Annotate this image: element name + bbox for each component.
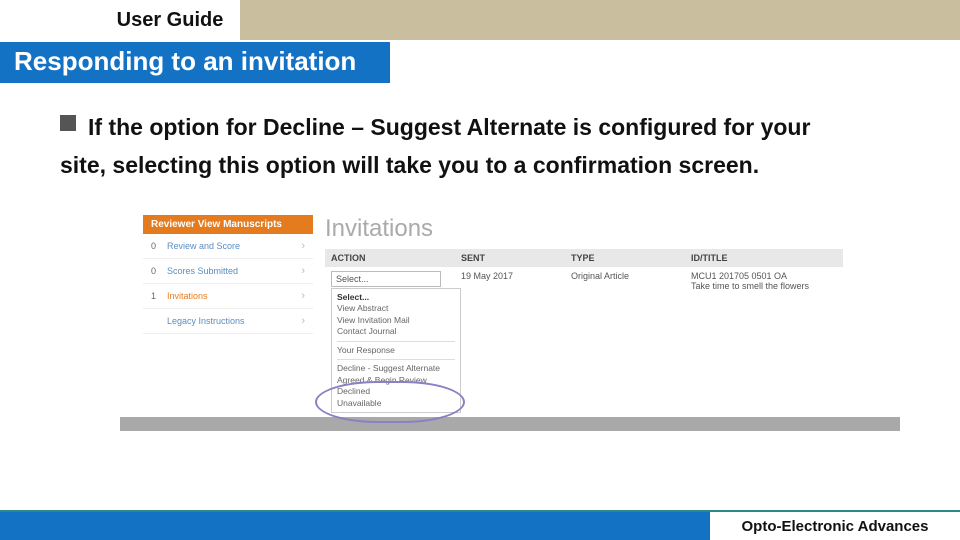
guide-label: User Guide	[100, 0, 240, 40]
highlight-ellipse-icon	[315, 381, 465, 423]
ss-sidebar-header: Reviewer View Manuscripts	[143, 215, 313, 234]
footer-left	[0, 512, 710, 540]
col-sent: SENT	[455, 249, 565, 267]
gray-divider-bar	[120, 417, 900, 431]
top-left-spacer	[0, 0, 100, 40]
ss-sidebar: Reviewer View Manuscripts 0 Review and S…	[143, 215, 313, 417]
chevron-right-icon: ›	[301, 265, 305, 277]
square-bullet-icon	[60, 115, 76, 131]
chevron-right-icon: ›	[301, 315, 305, 327]
ss-table-header: ACTION SENT TYPE ID/TITLE	[325, 249, 843, 267]
action-select[interactable]: Select...	[331, 271, 441, 287]
chevron-right-icon: ›	[301, 240, 305, 252]
row-type: Original Article	[565, 267, 685, 417]
embedded-screenshot: Reviewer View Manuscripts 0 Review and S…	[143, 215, 843, 417]
body-line1: If the option for Decline – Suggest Alte…	[88, 114, 810, 140]
footer-journal: Opto-Electronic Advances	[710, 512, 960, 540]
ss-side-item-review[interactable]: 0 Review and Score ›	[143, 234, 313, 259]
col-type: TYPE	[565, 249, 685, 267]
top-band: User Guide	[0, 0, 960, 40]
body-line2: site, selecting this option will take yo…	[60, 147, 759, 185]
ss-side-item-legacy[interactable]: Legacy Instructions ›	[143, 309, 313, 334]
body: If the option for Decline – Suggest Alte…	[0, 83, 960, 417]
section-title: Responding to an invitation	[0, 42, 390, 83]
col-id: ID/TITLE	[685, 249, 843, 267]
row-sent: 19 May 2017	[455, 267, 565, 417]
ss-main-title: Invitations	[325, 215, 843, 243]
ss-side-item-invitations[interactable]: 1 Invitations ›	[143, 284, 313, 309]
chevron-right-icon: ›	[301, 290, 305, 302]
top-right-band	[240, 0, 960, 40]
col-action: ACTION	[325, 249, 455, 267]
body-text: If the option for Decline – Suggest Alte…	[88, 109, 810, 185]
row-id: MCU1 201705 0501 OA Take time to smell t…	[685, 267, 843, 417]
ss-side-item-scores[interactable]: 0 Scores Submitted ›	[143, 259, 313, 284]
footer: Opto-Electronic Advances	[0, 510, 960, 540]
